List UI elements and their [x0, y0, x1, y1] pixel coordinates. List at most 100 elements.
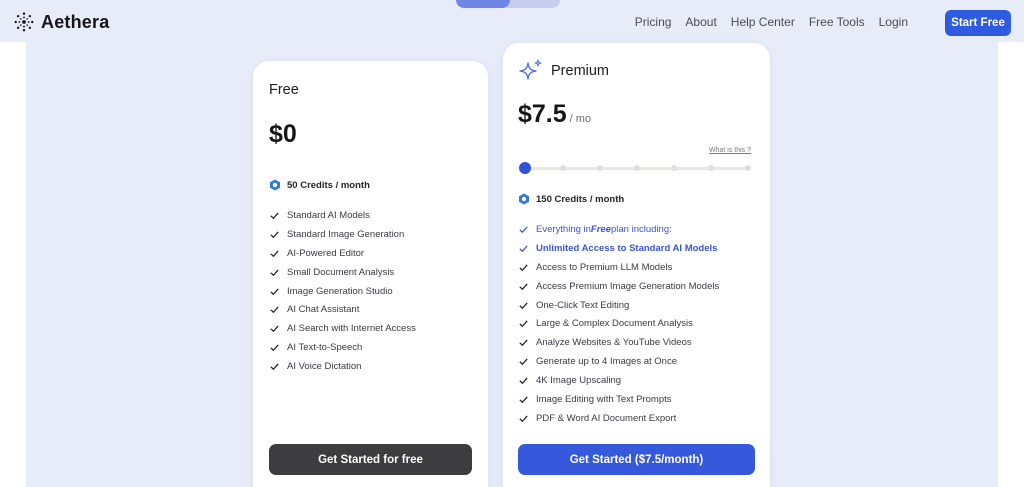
feature-label: Access Premium Image Generation Models — [536, 280, 720, 292]
credits-info: 150 Credits / month — [518, 193, 624, 205]
check-icon — [270, 325, 279, 333]
plan-name: Free — [269, 82, 299, 98]
slider-thumb[interactable] — [519, 162, 531, 174]
check-icon — [270, 363, 279, 371]
check-icon — [270, 250, 279, 257]
credits-label: 150 Credits / month — [536, 193, 625, 205]
feature-highlight: Unlimited Access to Standard AI Models — [518, 239, 719, 258]
feature-item: Access Premium Image Generation Models — [518, 277, 719, 296]
brand-name: Aethera — [41, 11, 110, 32]
feature-label: Small Document Analysis — [287, 266, 395, 278]
nav-pricing[interactable]: Pricing — [635, 15, 672, 29]
feature-label: Standard Image Generation — [287, 228, 405, 240]
feature-label: Analyze Websites & YouTube Videos — [536, 337, 692, 349]
nav-login[interactable]: Login — [879, 15, 908, 29]
billing-toggle[interactable] — [456, 0, 560, 8]
feature-item: PDF & Word AI Document Export — [518, 409, 719, 428]
slider-step[interactable] — [708, 165, 714, 171]
feature-label: One-Click Text Editing — [536, 299, 630, 311]
feature-item: Generate up to 4 Images at Once — [518, 352, 719, 371]
feature-intro: Everything in Free plan including: — [518, 220, 719, 239]
credits-slider[interactable] — [519, 161, 753, 175]
feature-label: Image Editing with Text Prompts — [536, 393, 672, 405]
feature-item: One-Click Text Editing — [518, 296, 719, 315]
credits-info: 50 Credits / month — [269, 179, 370, 191]
feature-item: AI Search with Internet Access — [269, 319, 416, 338]
billing-toggle-selected — [456, 0, 510, 8]
brand-logo[interactable]: Aethera — [13, 11, 109, 33]
top-header: Aethera Pricing About Help Center Free T… — [0, 0, 1024, 42]
feature-label: PDF & Word AI Document Export — [536, 412, 677, 424]
intro-plan: Free — [590, 223, 611, 235]
feature-item: Standard AI Models — [269, 206, 416, 225]
plan-price: $0 — [269, 120, 297, 148]
check-icon — [519, 339, 528, 347]
feature-label: Unlimited Access to Standard AI Models — [536, 242, 718, 254]
check-icon — [519, 283, 528, 290]
feature-item: AI-Powered Editor — [269, 244, 416, 263]
feature-label: AI Search with Internet Access — [287, 323, 416, 335]
get-started-free-button[interactable]: Get Started for free — [269, 444, 472, 475]
check-icon — [270, 269, 279, 276]
feature-label: AI Text-to-Speech — [287, 342, 363, 354]
feature-item: AI Chat Assistant — [269, 300, 416, 319]
feature-item: Large & Complex Document Analysis — [518, 314, 719, 333]
check-icon — [519, 377, 528, 385]
credits-label: 50 Credits / month — [287, 179, 370, 191]
start-free-button[interactable]: Start Free — [945, 10, 1011, 36]
feature-label: Access to Premium LLM Models — [536, 261, 673, 273]
feature-label: 4K Image Upscaling — [536, 375, 622, 387]
feature-item: Standard Image Generation — [269, 225, 416, 244]
check-icon — [519, 415, 528, 423]
nav-about[interactable]: About — [685, 15, 716, 29]
slider-step[interactable] — [634, 165, 640, 171]
what-is-this-link[interactable]: What is this ? — [709, 147, 751, 154]
check-icon — [519, 396, 528, 404]
plan-price: $7.5 — [518, 100, 567, 128]
feature-label: AI Voice Dictation — [287, 361, 362, 373]
slider-step[interactable] — [671, 165, 677, 171]
get-started-premium-button[interactable]: Get Started ($7.5/month) — [518, 444, 755, 475]
feature-label: Large & Complex Document Analysis — [536, 318, 693, 330]
free-feature-list: Standard AI Models Standard Image Genera… — [269, 206, 416, 376]
check-icon — [270, 344, 279, 352]
feature-label: Image Generation Studio — [287, 285, 393, 297]
check-icon — [519, 264, 528, 271]
feature-label: AI-Powered Editor — [287, 247, 365, 259]
check-icon — [270, 306, 279, 314]
feature-label: AI Chat Assistant — [287, 304, 360, 316]
premium-feature-list: Everything in Free plan including: Unlim… — [518, 220, 719, 428]
feature-label: Standard AI Models — [287, 209, 370, 221]
feature-item: Access to Premium LLM Models — [518, 258, 719, 277]
slider-step[interactable] — [597, 165, 603, 171]
feature-item: 4K Image Upscaling — [518, 371, 719, 390]
feature-item: Image Generation Studio — [269, 282, 416, 301]
check-icon — [519, 320, 528, 328]
slider-step[interactable] — [745, 165, 751, 171]
plan-name: Premium — [551, 63, 610, 79]
premium-plan-card: Premium $7.5/ mo What is this ? 150 Cred… — [503, 43, 770, 487]
price-period: / mo — [569, 113, 592, 125]
check-icon — [519, 302, 528, 309]
free-plan-card: Free $0 50 Credits / month Standard AI M… — [253, 61, 488, 487]
feature-item: AI Text-to-Speech — [269, 338, 416, 357]
nav-help-center[interactable]: Help Center — [731, 15, 795, 29]
intro-suffix: plan including: — [611, 223, 672, 235]
slider-step[interactable] — [560, 165, 566, 171]
check-icon — [519, 226, 528, 234]
main-nav: Pricing About Help Center Free Tools Log… — [621, 15, 908, 29]
check-icon — [270, 231, 279, 239]
feature-item: Small Document Analysis — [269, 263, 416, 282]
check-icon — [519, 245, 528, 253]
feature-label: Generate up to 4 Images at Once — [536, 356, 678, 368]
check-icon — [270, 212, 279, 220]
nav-free-tools[interactable]: Free Tools — [809, 15, 865, 29]
check-icon — [519, 358, 528, 366]
feature-item: AI Voice Dictation — [269, 357, 416, 376]
credits-hexagon-icon — [519, 193, 529, 205]
aethera-logo-icon — [14, 12, 34, 32]
sparkle-icon — [519, 59, 542, 80]
feature-item: Analyze Websites & YouTube Videos — [518, 333, 719, 352]
plan-price-row: $7.5/ mo — [518, 100, 591, 129]
check-icon — [270, 288, 279, 295]
